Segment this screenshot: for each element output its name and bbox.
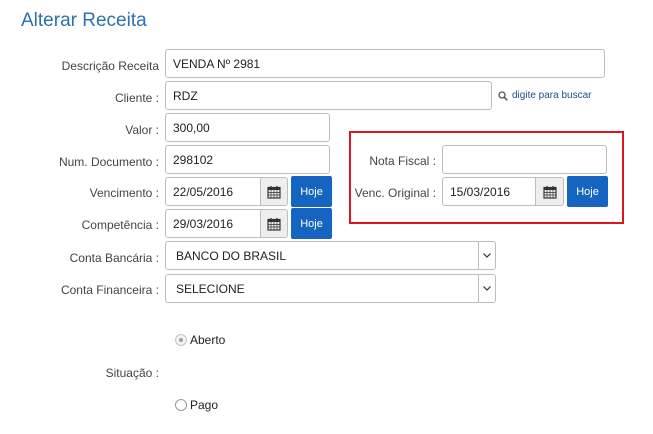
chevron-down-icon	[478, 275, 495, 302]
cliente-label: Cliente :	[114, 91, 159, 105]
venc-original-hoje-button[interactable]: Hoje	[567, 176, 608, 207]
situacao-aberto-label: Aberto	[190, 333, 226, 347]
calendar-icon	[267, 217, 281, 231]
conta-financeira-value: SELECIONE	[176, 281, 245, 296]
search-link[interactable]: digite para buscar	[498, 90, 592, 101]
radio-pago[interactable]	[175, 399, 187, 411]
competencia-hoje-button[interactable]: Hoje	[291, 208, 332, 239]
venc-original-input[interactable]: 15/03/2016	[442, 177, 536, 206]
cliente-input[interactable]: RDZ	[165, 81, 492, 110]
conta-financeira-select[interactable]: SELECIONE	[165, 274, 496, 303]
page-title: Alterar Receita	[21, 10, 147, 31]
competencia-label: Competência :	[81, 218, 159, 232]
calendar-icon	[267, 185, 281, 199]
nota-fiscal-input[interactable]	[442, 145, 607, 174]
competencia-input[interactable]: 29/03/2016	[165, 209, 261, 238]
conta-bancaria-select[interactable]: BANCO DO BRASIL	[165, 241, 496, 270]
calendar-icon	[542, 185, 557, 199]
venc-original-calendar-button[interactable]	[536, 177, 564, 206]
venc-original-label: Venc. Original :	[354, 186, 436, 200]
nota-fiscal-label: Nota Fiscal :	[369, 154, 436, 168]
descricao-label: Descrição Receita	[61, 59, 159, 73]
conta-bancaria-label: Conta Bancária :	[69, 251, 159, 265]
vencimento-calendar-button[interactable]	[261, 177, 288, 206]
vencimento-input[interactable]: 22/05/2016	[165, 177, 261, 206]
situacao-option-aberto[interactable]: Aberto	[175, 333, 225, 347]
situacao-option-pago[interactable]: Pago	[175, 398, 218, 412]
conta-bancaria-value: BANCO DO BRASIL	[176, 248, 287, 263]
num-documento-input[interactable]: 298102	[165, 145, 330, 174]
vencimento-hoje-button[interactable]: Hoje	[291, 176, 332, 207]
chevron-down-icon	[478, 242, 495, 269]
radio-aberto[interactable]	[175, 334, 187, 346]
num-documento-label: Num. Documento :	[58, 155, 159, 169]
valor-input[interactable]: 300,00	[165, 113, 330, 142]
search-icon	[498, 90, 508, 101]
valor-label: Valor :	[125, 123, 159, 137]
vencimento-label: Vencimento :	[89, 186, 159, 200]
descricao-input[interactable]: VENDA Nº 2981	[165, 49, 605, 78]
search-link-label: digite para buscar	[512, 90, 592, 101]
situacao-pago-label: Pago	[190, 398, 219, 412]
competencia-calendar-button[interactable]	[261, 209, 288, 238]
situacao-label: Situação :	[105, 366, 159, 380]
conta-financeira-label: Conta Financeira :	[60, 283, 159, 297]
